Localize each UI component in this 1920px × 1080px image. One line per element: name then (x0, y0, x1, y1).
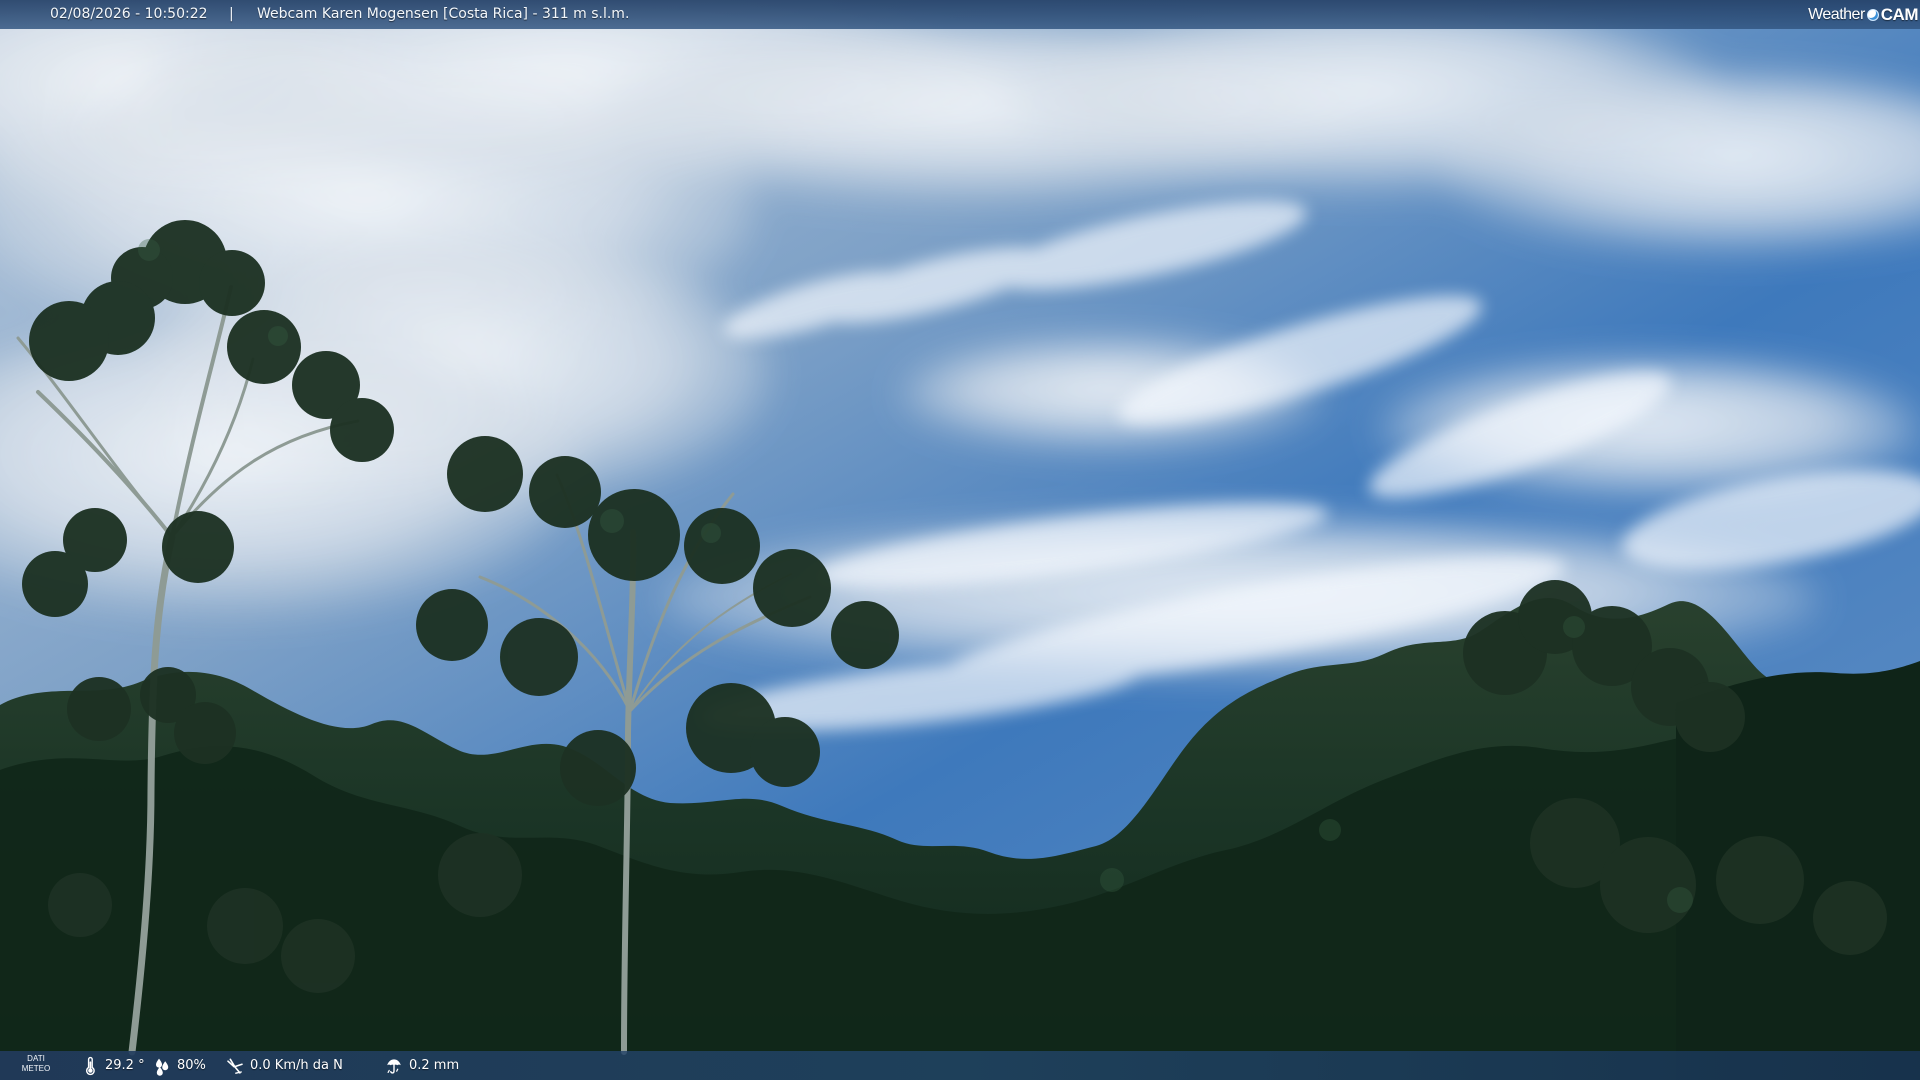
webcam-scene (0, 0, 1920, 1080)
drops-icon (152, 1056, 172, 1076)
humidity-readout: 80% (152, 1051, 206, 1080)
timestamp-text: 02/08/2026 - 10:50:22 (50, 6, 208, 22)
weather-data-bar: DATI METEO 29.2 ° 80% 0.0 Km/h da N 0.2 … (0, 1051, 1920, 1080)
weather-label-bottom: METEO (21, 1064, 51, 1073)
humidity-value: 80% (177, 1058, 206, 1073)
webcam-location-title: Webcam Karen Mogensen [Costa Rica] - 311… (257, 6, 630, 22)
weathercam-logo: Weather CAM (1808, 1, 1918, 28)
wind-readout: 0.0 Km/h da N (225, 1051, 343, 1080)
overlay-separator: | (229, 6, 234, 22)
globe-dot-icon (1866, 8, 1879, 21)
webcam-frame: 02/08/2026 - 10:50:22 | Webcam Karen Mog… (0, 0, 1920, 1080)
thermometer-icon (80, 1056, 100, 1076)
weather-data-label: DATI METEO (21, 1054, 51, 1074)
umbrella-icon (384, 1056, 404, 1076)
webcam-top-overlay: 02/08/2026 - 10:50:22 | Webcam Karen Mog… (0, 0, 1920, 29)
wind-icon (225, 1056, 245, 1076)
temperature-readout: 29.2 ° (80, 1051, 145, 1080)
brand-cam-text: CAM (1880, 5, 1919, 24)
rain-readout: 0.2 mm (384, 1051, 459, 1080)
rain-value: 0.2 mm (409, 1058, 460, 1073)
weather-label-top: DATI (27, 1054, 45, 1063)
wind-value: 0.0 Km/h da N (250, 1058, 343, 1073)
brand-weather-text: Weather (1808, 6, 1865, 23)
temperature-value: 29.2 ° (105, 1058, 145, 1073)
